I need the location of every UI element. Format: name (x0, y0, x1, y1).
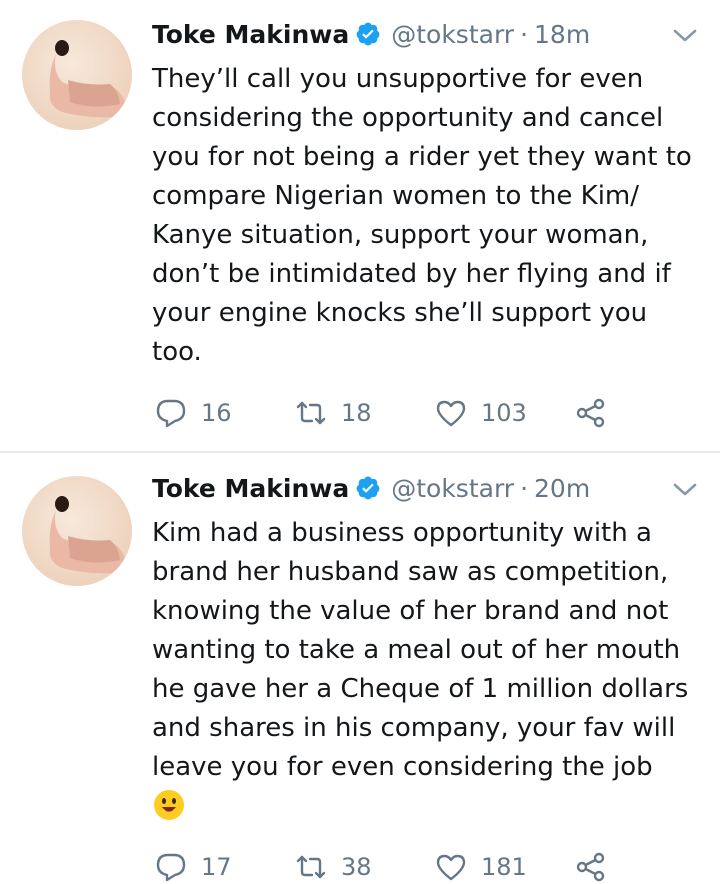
author-name[interactable]: Toke Makinwa (152, 20, 349, 49)
tweet[interactable]: Toke Makinwa @tokstarr · 18m They’ll cal… (0, 0, 720, 452)
tweet-actions: 16 18 103 (155, 396, 607, 430)
like-count: 103 (481, 399, 527, 427)
like-button[interactable]: 103 (435, 397, 575, 429)
retweet-icon (295, 851, 327, 883)
reply-button[interactable]: 17 (155, 851, 295, 883)
verified-badge-icon (355, 21, 381, 47)
retweet-count: 38 (341, 853, 372, 881)
avatar-photo (49, 496, 126, 574)
like-icon (435, 397, 467, 429)
reply-icon (155, 851, 187, 883)
retweet-button[interactable]: 38 (295, 851, 435, 883)
author-name[interactable]: Toke Makinwa (152, 474, 349, 503)
like-count: 181 (481, 853, 527, 881)
tweet-text: Kim had a business opportunity with a br… (152, 518, 689, 782)
tweet[interactable]: Toke Makinwa @tokstarr · 20m Kim had a b… (0, 454, 720, 882)
author-handle[interactable]: @tokstarr (391, 20, 514, 49)
timestamp[interactable]: 20m (534, 474, 590, 503)
tweet-header: Toke Makinwa @tokstarr · 20m (152, 468, 590, 508)
reply-button[interactable]: 16 (155, 397, 295, 429)
share-button[interactable] (575, 851, 607, 883)
reply-icon (155, 397, 187, 429)
like-icon (435, 851, 467, 883)
tweet-header: Toke Makinwa @tokstarr · 18m (152, 14, 590, 54)
share-icon (575, 851, 607, 883)
reply-count: 16 (201, 399, 232, 427)
separator: · (520, 19, 529, 49)
avatar[interactable] (22, 476, 132, 586)
avatar[interactable] (22, 20, 132, 130)
retweet-count: 18 (341, 399, 372, 427)
timestamp[interactable]: 18m (534, 20, 590, 49)
tweet-actions: 17 38 181 (155, 850, 607, 884)
retweet-button[interactable]: 18 (295, 397, 435, 429)
verified-badge-icon (355, 475, 381, 501)
tweet-text: They’ll call you unsupportive for even c… (152, 64, 692, 367)
chevron-down-icon[interactable] (672, 482, 698, 498)
chevron-down-icon[interactable] (672, 28, 698, 44)
share-button[interactable] (575, 397, 607, 429)
like-button[interactable]: 181 (435, 851, 575, 883)
smiling-face-icon (152, 788, 186, 822)
avatar-photo (49, 40, 126, 118)
share-icon (575, 397, 607, 429)
author-handle[interactable]: @tokstarr (391, 474, 514, 503)
divider (0, 451, 720, 453)
reply-count: 17 (201, 853, 232, 881)
separator: · (520, 473, 529, 503)
retweet-icon (295, 397, 327, 429)
